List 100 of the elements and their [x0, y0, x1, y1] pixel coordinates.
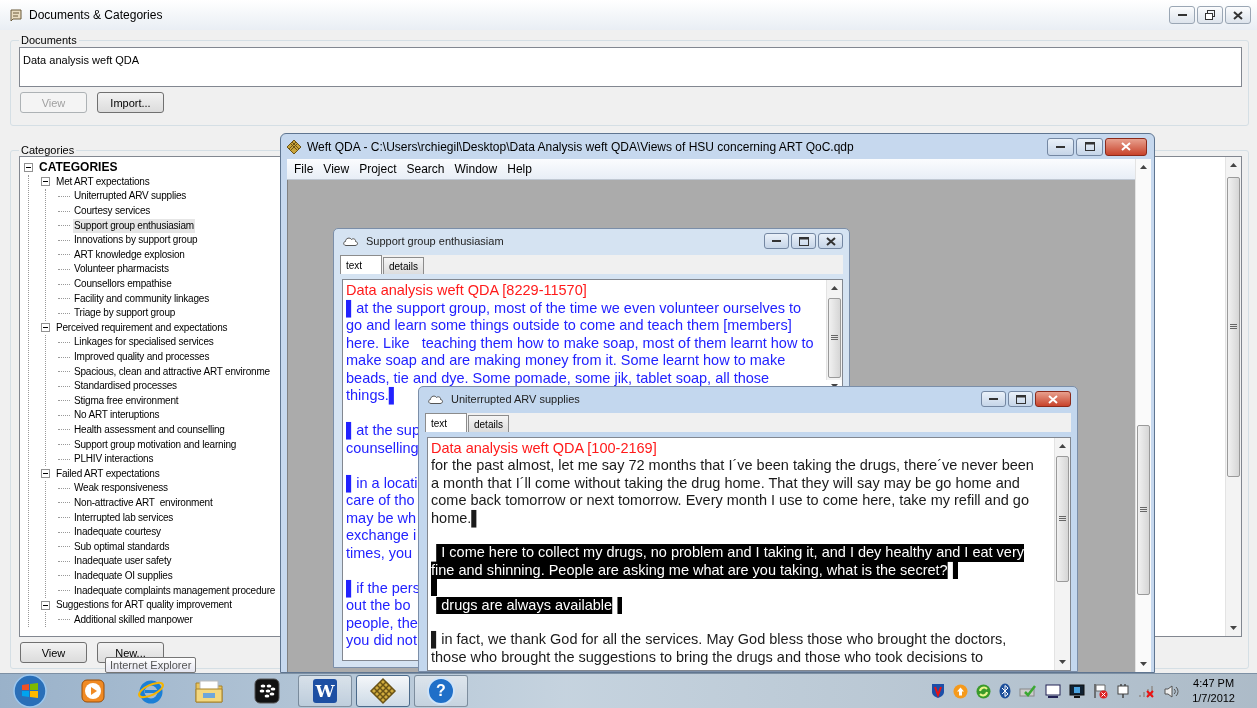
tree-item[interactable]: Facility and community linkages — [73, 291, 210, 306]
tree-item[interactable]: PLHIV interactions — [73, 452, 155, 467]
clock-date: 1/7/2012 — [1192, 691, 1235, 706]
close-icon — [1233, 10, 1243, 20]
window-title: Weft QDA - C:\Users\rchiegil\Desktop\Data Analysis weft QDA\Views of HSU concerning ART QoC.qdp — [307, 139, 854, 154]
signal-icon[interactable] — [1138, 683, 1157, 699]
tree-item[interactable]: Inadequate complaints management procedure — [73, 583, 277, 598]
scroll-up-icon[interactable] — [831, 286, 838, 290]
menu-item[interactable]: File — [289, 162, 319, 176]
speaker-icon[interactable] — [1164, 683, 1181, 699]
tree-item[interactable]: Volunteer pharmacists — [73, 262, 170, 277]
collapse-icon[interactable] — [24, 162, 33, 172]
import-button[interactable]: Import... — [97, 92, 164, 113]
display-icon[interactable] — [1069, 683, 1086, 699]
tree-item[interactable]: Standardised processes — [73, 379, 178, 394]
collapse-icon[interactable] — [41, 323, 50, 333]
scroll-up-icon[interactable] — [1230, 163, 1237, 167]
checkmark-icon[interactable] — [1019, 684, 1038, 698]
text-line: times, you — [346, 544, 413, 562]
menu-item[interactable]: Search — [401, 162, 450, 176]
tree-item[interactable]: Triage by support group — [73, 306, 177, 321]
tree-item[interactable]: Interrupted lab services — [73, 510, 175, 525]
vertical-scrollbar[interactable] — [1225, 157, 1241, 636]
minimize-button[interactable] — [981, 391, 1006, 407]
tree-item[interactable]: Inadequate OI supplies — [73, 568, 174, 583]
maximize-button[interactable] — [791, 233, 816, 249]
sync-icon[interactable] — [976, 683, 992, 699]
monitor-icon[interactable] — [1045, 683, 1062, 699]
tab[interactable]: text — [425, 413, 467, 432]
tree-item[interactable]: Counsellors empathise — [73, 277, 173, 292]
clock-button[interactable]: 4:47 PM 1/7/2012 — [1192, 676, 1235, 706]
tab[interactable]: details — [383, 257, 424, 274]
view-button[interactable]: View — [20, 642, 87, 663]
tree-item[interactable]: Courtesy services — [73, 204, 152, 219]
tree-item[interactable]: No ART interuptions — [73, 408, 161, 423]
bluetooth-icon[interactable] — [999, 683, 1012, 699]
tree-item[interactable]: Additional skilled manpower — [73, 612, 194, 627]
maximize-button[interactable] — [1008, 391, 1033, 407]
tree-item[interactable]: CATEGORIES — [38, 160, 119, 175]
shield-icon[interactable] — [931, 683, 946, 699]
minimize-button[interactable] — [1169, 6, 1195, 24]
tree-item[interactable]: ART knowledge explosion — [73, 247, 186, 262]
tree-item[interactable]: Inadequate courtesy — [73, 525, 162, 540]
tree-item[interactable]: Support group enthusiasiam — [73, 218, 195, 233]
scroll-up-icon[interactable] — [1059, 444, 1066, 448]
scroll-down-icon[interactable] — [1230, 626, 1237, 630]
list-item[interactable]: Data analysis weft QDA — [23, 54, 140, 66]
close-button[interactable] — [1035, 391, 1071, 407]
tree-item[interactable]: Suggestions for ART quality improvement — [55, 598, 233, 613]
tree-item[interactable]: Inadequate user safety — [73, 554, 173, 569]
scroll-down-icon[interactable] — [1140, 662, 1147, 666]
scrollbar-thumb[interactable] — [1137, 425, 1150, 595]
minimize-button[interactable] — [764, 233, 789, 249]
taskbar-button[interactable] — [356, 675, 410, 707]
tree-item[interactable]: Met ART expectations — [55, 174, 151, 189]
tree-item[interactable]: Health assessment and counselling — [73, 423, 226, 437]
scroll-up-icon[interactable] — [1140, 165, 1147, 169]
text-line: come back tomorrow or next tomorrow. Every month I use to come here, take my refill and go — [431, 492, 1029, 510]
tree-item[interactable]: Non-attractive ART environment — [73, 495, 214, 510]
clock-time: 4:47 PM — [1193, 676, 1235, 691]
tree-item[interactable]: Failed ART expectations — [55, 466, 161, 481]
maximize-button[interactable] — [1076, 137, 1103, 156]
menu-item[interactable]: Help — [502, 162, 537, 176]
menu-item[interactable]: Project — [354, 162, 402, 176]
tree-item[interactable]: Spacious, clean and attractive ART environme — [73, 364, 271, 379]
text-line: ▌in fact, we thank God for all the services. May God bless those who brought the doctors, — [431, 631, 1007, 649]
cloud-icon — [427, 393, 444, 405]
plug-icon[interactable] — [1116, 683, 1131, 699]
tab[interactable]: text — [340, 255, 382, 274]
close-button[interactable] — [1105, 137, 1147, 156]
close-button[interactable] — [1225, 6, 1251, 24]
scrollbar-thumb[interactable] — [1227, 177, 1240, 477]
tree-item[interactable]: Improved quality and processes — [73, 350, 211, 364]
scrollbar-thumb[interactable] — [1056, 456, 1069, 582]
tree-item[interactable]: Perceived requirement and expectations — [55, 320, 229, 335]
collapse-icon[interactable] — [41, 469, 50, 479]
grip-icon — [831, 335, 838, 341]
text-line: things.▌ — [346, 387, 399, 405]
tab[interactable]: details — [468, 415, 509, 432]
vertical-scrollbar[interactable] — [1054, 438, 1070, 670]
close-button[interactable] — [818, 233, 843, 249]
vertical-scrollbar[interactable] — [1135, 159, 1151, 672]
collapse-icon[interactable] — [41, 600, 50, 610]
minimize-button[interactable] — [1047, 137, 1074, 156]
menu-item[interactable]: Window — [449, 162, 503, 176]
restore-button[interactable] — [1197, 6, 1223, 24]
tree-item[interactable]: Support group motivation and learning — [73, 437, 238, 452]
tree-item[interactable]: Weak responsiveness — [73, 481, 169, 496]
collapse-icon[interactable] — [41, 177, 50, 187]
scroll-down-icon[interactable] — [1059, 660, 1066, 664]
flag-icon[interactable] — [1093, 683, 1109, 699]
scrollbar-thumb[interactable] — [828, 298, 841, 378]
tree-item[interactable]: Innovations by support group — [73, 233, 199, 248]
tree-item[interactable]: Stigma free environment — [73, 393, 180, 408]
tree-item[interactable]: Sub optimal standards — [73, 539, 171, 554]
tree-item[interactable]: Uniterrupted ARV supplies — [73, 189, 188, 204]
taskbar-button[interactable]: ? — [414, 675, 468, 707]
taskbar-button[interactable]: W — [298, 675, 352, 707]
menu-item[interactable]: View — [318, 162, 355, 176]
tree-item[interactable]: Linkages for specialised services — [73, 335, 215, 350]
